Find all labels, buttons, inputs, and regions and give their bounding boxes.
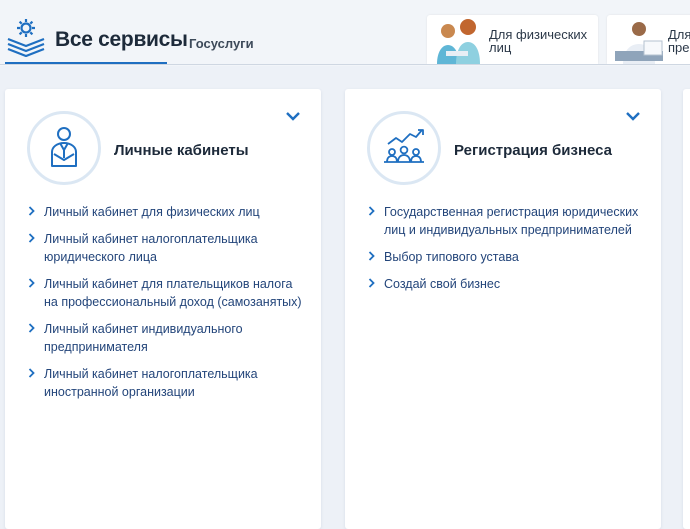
link-item-standard-charter[interactable]: Выбор типового устава [367,248,647,266]
business-growth-icon [384,129,424,163]
link-label: Личный кабинет для плательщиков налога н… [44,277,302,309]
businessman-photo-icon [615,22,663,64]
section-link-list: Государственная регистрация юридических … [367,203,647,302]
chevron-right-icon [28,206,35,216]
section-link-list: Личный кабинет для физических лиц Личный… [27,203,307,410]
link-label: Личный кабинет для физических лиц [44,205,260,219]
audience-individuals-label: Для физических лиц [489,27,588,55]
tab-gosuslugi[interactable]: Госуслуги [189,36,254,51]
link-item-individuals-account[interactable]: Личный кабинет для физических лиц [27,203,307,221]
services-gear-logo-icon[interactable] [5,17,47,57]
link-label: Личный кабинет налогоплательщика иностра… [44,367,258,399]
chevron-right-icon [28,233,35,243]
section-icon-circle [27,111,101,185]
link-item-self-employed-account[interactable]: Личный кабинет для плательщиков налога н… [27,275,307,311]
chevron-right-icon [28,278,35,288]
link-label: Выбор типового устава [384,250,519,264]
section-card-partial [683,89,690,529]
section-icon-circle [367,111,441,185]
link-item-entrepreneur-account[interactable]: Личный кабинет индивидуального предприни… [27,320,307,356]
chevron-right-icon [28,323,35,333]
audience-entrepreneurs-label: Для пре [668,27,690,55]
link-label: Государственная регистрация юридических … [384,205,639,237]
audience-entrepreneurs-card[interactable]: Для пре [607,15,690,64]
tab-all-services[interactable]: Все сервисы [55,28,188,52]
link-item-foreign-organization-account[interactable]: Личный кабинет налогоплательщика иностра… [27,365,307,401]
link-label: Личный кабинет индивидуального предприни… [44,322,243,354]
audience-individuals-card[interactable]: Для физических лиц [427,15,598,64]
link-item-state-registration[interactable]: Государственная регистрация юридических … [367,203,647,239]
section-card-business-registration: Регистрация бизнеса Государственная реги… [345,89,661,529]
chevron-right-icon [368,206,375,216]
link-label: Личный кабинет налогоплательщика юридиче… [44,232,258,264]
link-label: Создай свой бизнес [384,277,501,291]
chevron-down-icon[interactable] [285,111,301,123]
section-title: Личные кабинеты [114,142,249,159]
chevron-right-icon [28,368,35,378]
chevron-down-icon[interactable] [625,111,641,123]
top-navigation-bar: Все сервисы Госуслуги Для физических лиц… [0,0,690,66]
link-item-create-business[interactable]: Создай свой бизнес [367,275,647,293]
family-photo-icon [437,19,480,64]
section-card-personal-accounts: Личные кабинеты Личный кабинет для физич… [5,89,321,529]
chevron-right-icon [368,251,375,261]
header-divider [0,64,690,65]
section-title: Регистрация бизнеса [454,142,613,159]
link-item-legal-entity-account[interactable]: Личный кабинет налогоплательщика юридиче… [27,230,307,266]
person-tie-icon [51,127,77,167]
chevron-right-icon [368,278,375,288]
